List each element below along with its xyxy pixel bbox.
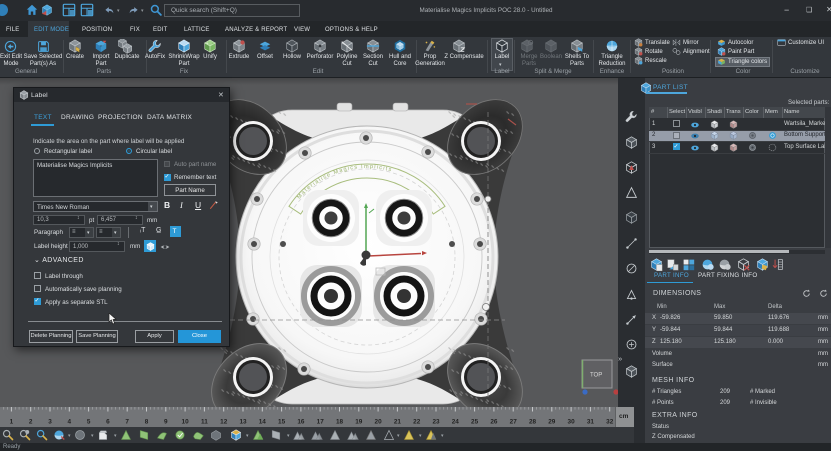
svg-text:25: 25 [471,419,479,426]
svg-text:9: 9 [164,419,168,426]
svg-text:14: 14 [259,419,267,426]
svg-text:27: 27 [510,419,518,426]
svg-text:13: 13 [239,419,247,426]
svg-text:19: 19 [355,419,363,426]
svg-text:12: 12 [220,419,228,426]
svg-text:8: 8 [145,419,149,426]
svg-text:16: 16 [297,419,305,426]
svg-text:21: 21 [394,419,402,426]
svg-text:11: 11 [201,419,208,426]
svg-text:26: 26 [490,419,498,426]
svg-text:22: 22 [413,419,421,426]
svg-text:TOP: TOP [590,373,602,379]
svg-text:24: 24 [452,419,460,426]
svg-text:1: 1 [10,419,14,426]
svg-text:3: 3 [48,419,52,426]
svg-text:15: 15 [278,419,286,426]
svg-text:32: 32 [606,419,614,426]
svg-text:17: 17 [317,419,325,426]
svg-text:2: 2 [29,419,33,426]
svg-text:18: 18 [336,419,344,426]
svg-text:6: 6 [106,419,110,426]
svg-text:30: 30 [568,419,576,426]
svg-text:5: 5 [87,419,91,426]
svg-text:20: 20 [375,419,383,426]
svg-text:7: 7 [125,419,129,426]
svg-text:23: 23 [432,419,440,426]
svg-text:10: 10 [182,419,190,426]
svg-text:28: 28 [529,419,537,426]
svg-text:29: 29 [548,419,556,426]
svg-text:31: 31 [587,419,595,426]
svg-text:4: 4 [68,419,72,426]
